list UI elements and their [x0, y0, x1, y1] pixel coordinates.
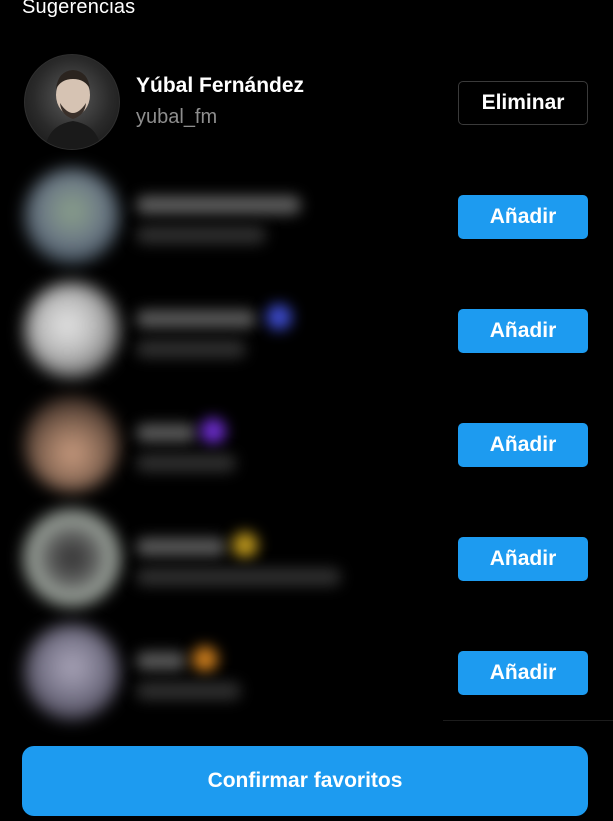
- add-button[interactable]: Añadir: [458, 651, 588, 695]
- blurred-name: [136, 538, 226, 556]
- suggestion-row: Yúbal Fernández yubal_fm Eliminar: [0, 54, 613, 168]
- divider: [443, 720, 613, 721]
- blurred-name: [136, 424, 196, 442]
- avatar[interactable]: [24, 168, 120, 264]
- blurred-name: [136, 652, 186, 670]
- avatar[interactable]: [24, 396, 120, 492]
- section-title: Sugerencias: [22, 0, 136, 18]
- suggestion-row: Añadir: [0, 282, 613, 396]
- blurred-handle: [136, 340, 246, 358]
- confirm-favorites-button[interactable]: Confirmar favoritos: [22, 746, 588, 816]
- suggestion-row: Añadir: [0, 396, 613, 510]
- remove-button[interactable]: Eliminar: [458, 81, 588, 125]
- add-button[interactable]: Añadir: [458, 195, 588, 239]
- add-button[interactable]: Añadir: [458, 537, 588, 581]
- blurred-handle: [136, 226, 266, 244]
- blurred-badge: [266, 304, 292, 330]
- avatar[interactable]: [24, 54, 120, 150]
- blurred-handle: [136, 682, 241, 700]
- blurred-badge: [192, 646, 218, 672]
- blurred-name: [136, 310, 256, 328]
- add-button[interactable]: Añadir: [458, 423, 588, 467]
- username-handle: yubal_fm: [136, 106, 218, 128]
- suggestion-row: Añadir: [0, 168, 613, 282]
- blurred-name: [136, 196, 301, 214]
- blurred-handle: [136, 568, 341, 586]
- blurred-badge: [232, 532, 258, 558]
- avatar[interactable]: [24, 282, 120, 378]
- blurred-badge: [200, 418, 226, 444]
- blurred-handle: [136, 454, 236, 472]
- avatar[interactable]: [24, 624, 120, 720]
- suggestion-row: Añadir: [0, 510, 613, 624]
- add-button[interactable]: Añadir: [458, 309, 588, 353]
- avatar[interactable]: [24, 510, 120, 606]
- username-display-name: Yúbal Fernández: [136, 74, 305, 97]
